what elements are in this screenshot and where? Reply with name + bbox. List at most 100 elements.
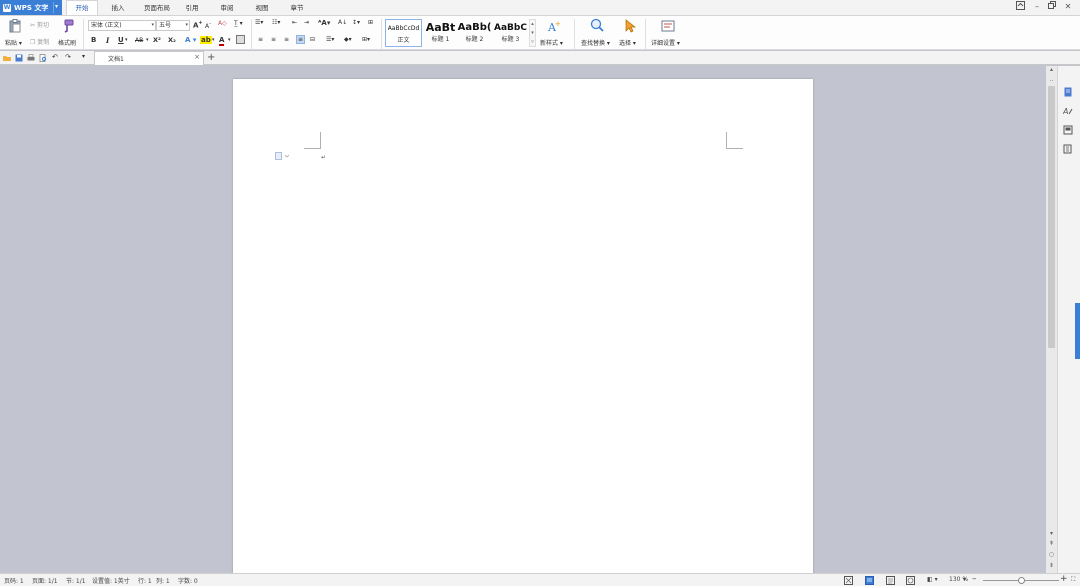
- grow-font-button[interactable]: A+: [193, 20, 203, 29]
- detail-settings-button[interactable]: 详细设置 ▾: [651, 38, 680, 47]
- text-effect-icon[interactable]: A ▾: [185, 36, 196, 44]
- save-icon[interactable]: [15, 54, 23, 62]
- tab-chapter[interactable]: 章节: [283, 0, 311, 15]
- align-right-icon[interactable]: ≡: [284, 36, 289, 43]
- page-view-icon[interactable]: [865, 576, 874, 585]
- split-handle-icon[interactable]: ‥: [1047, 76, 1056, 84]
- align-left-icon[interactable]: ≡: [258, 36, 263, 43]
- paste-icon[interactable]: [8, 19, 22, 33]
- print-icon[interactable]: [27, 54, 35, 62]
- zoom-in-icon[interactable]: +: [1060, 574, 1068, 584]
- redo-icon[interactable]: ↷: [65, 53, 71, 61]
- new-style-button[interactable]: 新样式 ▾: [540, 38, 563, 47]
- style-normal[interactable]: AaBbCcDd 正文: [385, 19, 422, 47]
- wps-app-menu-button[interactable]: W WPS 文字 ▾: [0, 0, 62, 15]
- open-folder-icon[interactable]: [3, 54, 11, 62]
- print-preview-icon[interactable]: [39, 54, 47, 62]
- select-pane-icon[interactable]: [1063, 125, 1073, 135]
- task-pane-toggle[interactable]: [1075, 303, 1080, 359]
- strikethrough-dropdown[interactable]: ▾: [146, 37, 149, 43]
- font-name-select[interactable]: 宋体 (正文) ▾: [88, 20, 156, 31]
- decrease-indent-icon[interactable]: ⇤: [292, 19, 297, 26]
- reading-mode-icon[interactable]: ◧ ▾: [927, 576, 938, 583]
- style-heading-3[interactable]: AaBbC 标题 3: [492, 19, 529, 47]
- highlight-dropdown[interactable]: ▾: [212, 37, 215, 43]
- undo-icon[interactable]: ↶: [52, 53, 58, 61]
- new-document-icon[interactable]: [1063, 87, 1073, 97]
- scroll-down-icon[interactable]: ▾: [1047, 530, 1056, 538]
- browse-object-icon[interactable]: ○: [1047, 551, 1056, 559]
- new-tab-icon[interactable]: +: [207, 51, 215, 64]
- document-page[interactable]: ↵: [233, 79, 813, 579]
- full-screen-view-icon[interactable]: [844, 576, 853, 585]
- tab-page-layout[interactable]: 页面布局: [137, 0, 177, 15]
- shrink-font-button[interactable]: A-: [205, 21, 211, 30]
- borders-icon[interactable]: ⊞▾: [362, 36, 370, 43]
- line-spacing-icon[interactable]: ↕▾: [352, 19, 360, 26]
- select-button[interactable]: 选择 ▾: [619, 38, 636, 47]
- tab-insert[interactable]: 插入: [104, 0, 132, 15]
- clear-format-icon[interactable]: A◇: [218, 20, 227, 27]
- tab-home[interactable]: 开始: [66, 0, 98, 15]
- font-color-icon[interactable]: A: [219, 36, 225, 46]
- style-heading-2[interactable]: AaBb( 标题 2: [456, 19, 493, 47]
- tab-references[interactable]: 引用: [178, 0, 206, 15]
- font-color-dropdown[interactable]: ▾: [228, 37, 231, 43]
- document-tab[interactable]: 文档1 ×: [94, 51, 204, 65]
- italic-button[interactable]: I: [106, 36, 109, 45]
- customize-quick-access-icon[interactable]: ▾: [82, 53, 85, 60]
- numbered-list-icon[interactable]: ☷▾: [272, 19, 280, 26]
- new-style-icon[interactable]: A +: [547, 19, 561, 33]
- zoom-slider-handle[interactable]: [1018, 577, 1025, 584]
- underline-dropdown[interactable]: ▾: [125, 37, 128, 43]
- detail-settings-icon[interactable]: [661, 19, 675, 33]
- font-size-select[interactable]: 五号 ▾: [156, 20, 190, 31]
- previous-page-icon[interactable]: ⇞: [1047, 540, 1056, 548]
- copy-button[interactable]: ❐ 复制: [30, 37, 49, 46]
- cut-button[interactable]: ✂ 剪切: [30, 20, 49, 29]
- show-marks-icon[interactable]: ⊞: [368, 19, 373, 26]
- paragraph-spacing-icon[interactable]: ☰▾: [326, 36, 334, 43]
- paragraph-layout-icon[interactable]: [275, 152, 289, 160]
- zoom-out-icon[interactable]: –: [972, 574, 977, 584]
- scroll-up-icon[interactable]: ▴: [1047, 66, 1056, 74]
- restore-icon[interactable]: [1045, 1, 1059, 13]
- format-painter-icon[interactable]: [61, 19, 75, 33]
- phonetic-guide-button[interactable]: T̲ ▾: [234, 20, 243, 27]
- fit-page-icon[interactable]: ⛶: [1071, 576, 1075, 584]
- find-replace-button[interactable]: 查找替换 ▾: [581, 38, 610, 47]
- next-page-icon[interactable]: ⇟: [1047, 562, 1056, 570]
- distributed-icon[interactable]: ⊟: [310, 36, 315, 43]
- justify-icon[interactable]: ≡: [296, 35, 306, 44]
- minimize-icon[interactable]: –: [1030, 1, 1044, 13]
- tab-view[interactable]: 视图: [248, 0, 276, 15]
- subscript-button[interactable]: X₂: [168, 36, 176, 44]
- superscript-button[interactable]: X²: [153, 36, 161, 44]
- increase-indent-icon[interactable]: ⇥: [304, 19, 309, 26]
- format-painter-button[interactable]: 格式刷: [58, 38, 76, 47]
- paste-button[interactable]: 粘贴 ▾: [5, 38, 22, 47]
- style-heading-1[interactable]: AaBt 标题 1: [422, 19, 459, 47]
- outline-view-icon[interactable]: [886, 576, 895, 585]
- find-replace-icon[interactable]: [590, 18, 604, 32]
- change-case-icon[interactable]: ᴬA▾: [318, 19, 330, 27]
- backup-manage-icon[interactable]: [1063, 144, 1073, 154]
- scroll-thumb[interactable]: [1048, 86, 1055, 348]
- bold-button[interactable]: B: [91, 36, 96, 44]
- tab-review[interactable]: 审阅: [213, 0, 241, 15]
- bullet-list-icon[interactable]: ☰▾: [255, 19, 263, 26]
- status-word-count[interactable]: 字数: 0: [178, 576, 198, 585]
- style-format-icon[interactable]: A: [1063, 106, 1073, 116]
- char-border-icon[interactable]: [236, 35, 245, 44]
- underline-button[interactable]: U: [118, 36, 124, 44]
- zoom-dropdown-icon[interactable]: ▾: [963, 576, 966, 583]
- shading-icon[interactable]: ◆▾: [344, 36, 352, 43]
- web-view-icon[interactable]: [906, 576, 915, 585]
- ribbon-toggle-icon[interactable]: [1013, 1, 1027, 13]
- select-cursor-icon[interactable]: [623, 19, 637, 33]
- close-tab-icon[interactable]: ×: [194, 53, 200, 61]
- align-center-icon[interactable]: ≡: [271, 36, 276, 43]
- highlight-icon[interactable]: ab: [200, 36, 212, 44]
- styles-gallery-scroller[interactable]: ▴ ▾ ▿: [529, 19, 536, 47]
- strikethrough-button[interactable]: AB: [135, 37, 143, 44]
